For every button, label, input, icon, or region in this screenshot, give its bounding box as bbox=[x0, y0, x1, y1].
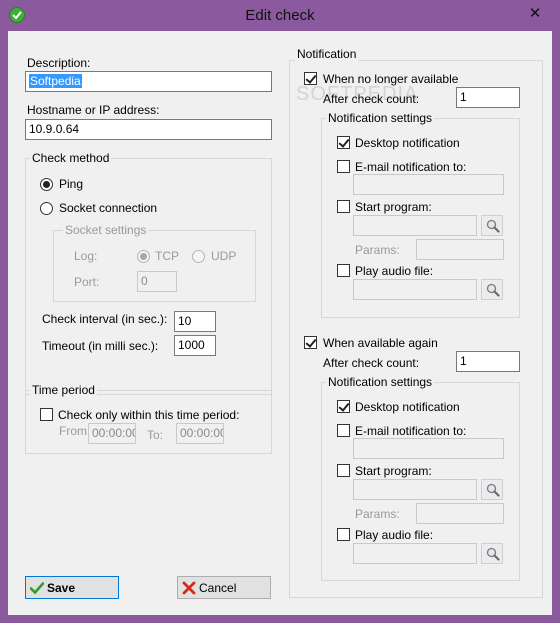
log-label: Log: bbox=[74, 249, 98, 263]
available-audio-browse-button[interactable] bbox=[481, 543, 503, 564]
unavailable-program-checkbox[interactable] bbox=[337, 200, 350, 213]
unavailable-audio-browse-button[interactable] bbox=[481, 279, 503, 300]
tcp-label: TCP bbox=[155, 249, 179, 263]
unavailable-params-input[interactable] bbox=[416, 239, 504, 260]
unavailable-audio-label: Play audio file: bbox=[355, 264, 434, 278]
timeout-label: Timeout (in milli sec.): bbox=[42, 339, 159, 353]
available-again-checkbox[interactable] bbox=[304, 336, 317, 349]
available-email-checkbox[interactable] bbox=[337, 424, 350, 437]
close-icon[interactable]: ✕ bbox=[522, 3, 548, 25]
description-label: Description: bbox=[27, 56, 91, 70]
description-input[interactable]: Softpedia bbox=[25, 71, 272, 92]
available-count-input[interactable]: 1 bbox=[456, 351, 520, 372]
unavailable-audio-input[interactable] bbox=[353, 279, 477, 300]
available-audio-checkbox[interactable] bbox=[337, 528, 350, 541]
from-label: From bbox=[59, 424, 87, 438]
available-program-checkbox[interactable] bbox=[337, 464, 350, 477]
unavailable-params-label: Params: bbox=[355, 243, 400, 257]
available-program-input[interactable] bbox=[353, 479, 477, 500]
unavailable-email-label: E-mail notification to: bbox=[355, 160, 467, 174]
tcp-radio[interactable] bbox=[137, 250, 150, 263]
unavailable-program-browse-button[interactable] bbox=[481, 215, 503, 236]
available-desktop-checkbox[interactable] bbox=[337, 400, 350, 413]
timeout-input[interactable]: 1000 bbox=[174, 335, 216, 356]
unavailable-email-input[interactable] bbox=[353, 174, 504, 195]
time-period-title: Time period bbox=[30, 383, 97, 397]
available-email-label: E-mail notification to: bbox=[355, 424, 467, 438]
available-count-label: After check count: bbox=[323, 356, 420, 370]
unavailable-desktop-label: Desktop notification bbox=[355, 136, 460, 150]
magnifier-icon bbox=[486, 283, 500, 297]
title-bar: Edit check ✕ bbox=[0, 0, 560, 31]
save-button[interactable]: Save bbox=[25, 576, 119, 599]
udp-radio[interactable] bbox=[192, 250, 205, 263]
check-method-title: Check method bbox=[30, 151, 112, 165]
unavailable-audio-checkbox[interactable] bbox=[337, 264, 350, 277]
available-program-browse-button[interactable] bbox=[481, 479, 503, 500]
no-longer-available-checkbox[interactable] bbox=[304, 72, 317, 85]
magnifier-icon bbox=[486, 483, 500, 497]
unavailable-settings-title: Notification settings bbox=[326, 111, 435, 125]
unavailable-program-input[interactable] bbox=[353, 215, 477, 236]
time-period-group bbox=[25, 390, 272, 454]
available-email-input[interactable] bbox=[353, 438, 504, 459]
check-interval-label: Check interval (in sec.): bbox=[42, 312, 168, 326]
from-time-input[interactable]: 00:00:00 bbox=[88, 423, 136, 444]
udp-label: UDP bbox=[211, 249, 237, 263]
to-time-input[interactable]: 00:00:00 bbox=[176, 423, 224, 444]
available-settings-title: Notification settings bbox=[326, 375, 435, 389]
cancel-button-label: Cancel bbox=[199, 581, 237, 595]
ping-radio[interactable] bbox=[40, 178, 53, 191]
socket-settings-title: Socket settings bbox=[63, 223, 149, 237]
window-title: Edit check bbox=[245, 7, 315, 24]
socket-connection-label: Socket connection bbox=[59, 201, 158, 215]
available-params-input[interactable] bbox=[416, 503, 504, 524]
ping-label: Ping bbox=[59, 177, 84, 191]
available-desktop-label: Desktop notification bbox=[355, 400, 460, 414]
hostname-input[interactable]: 10.9.0.64 bbox=[25, 119, 272, 140]
unavailable-count-input[interactable]: 1 bbox=[456, 87, 520, 108]
unavailable-desktop-checkbox[interactable] bbox=[337, 136, 350, 149]
magnifier-icon bbox=[486, 219, 500, 233]
save-button-label: Save bbox=[47, 581, 76, 595]
to-label: To: bbox=[147, 428, 164, 442]
notification-title: Notification bbox=[295, 47, 359, 61]
time-period-check-label: Check only within this time period: bbox=[58, 408, 240, 422]
no-longer-available-label: When no longer available bbox=[323, 72, 459, 86]
unavailable-count-label: After check count: bbox=[323, 92, 420, 106]
red-x-icon bbox=[182, 581, 196, 595]
hostname-label: Hostname or IP address: bbox=[27, 103, 160, 117]
description-value: Softpedia bbox=[29, 74, 82, 88]
port-input[interactable]: 0 bbox=[137, 271, 177, 292]
checkmark-icon bbox=[30, 582, 44, 595]
available-again-label: When available again bbox=[323, 336, 438, 350]
unavailable-program-label: Start program: bbox=[355, 200, 432, 214]
cancel-button[interactable]: Cancel bbox=[177, 576, 271, 599]
available-audio-label: Play audio file: bbox=[355, 528, 434, 542]
time-period-checkbox[interactable] bbox=[40, 408, 53, 421]
available-program-label: Start program: bbox=[355, 464, 432, 478]
available-params-label: Params: bbox=[355, 507, 400, 521]
unavailable-email-checkbox[interactable] bbox=[337, 160, 350, 173]
dialog-body: Description: Softpedia Hostname or IP ad… bbox=[8, 31, 552, 615]
port-label: Port: bbox=[74, 275, 100, 289]
available-audio-input[interactable] bbox=[353, 543, 477, 564]
magnifier-icon bbox=[486, 547, 500, 561]
socket-connection-radio[interactable] bbox=[40, 202, 53, 215]
check-interval-input[interactable]: 10 bbox=[174, 311, 216, 332]
